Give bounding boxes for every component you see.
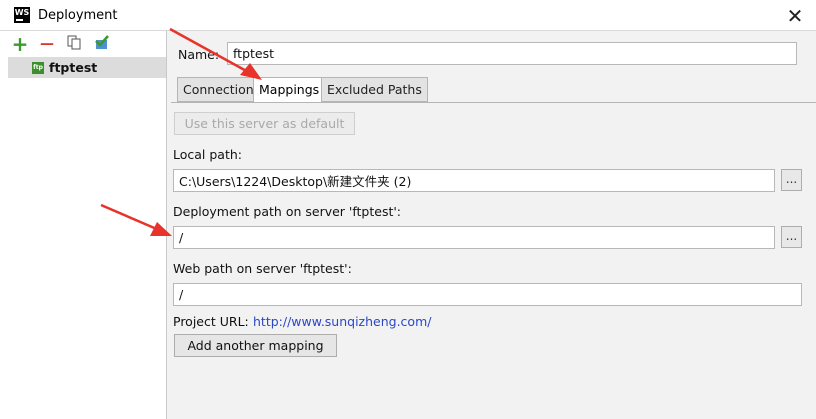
copy-icon [67,35,81,50]
local-path-label: Local path: [173,147,243,162]
local-path-browse-button[interactable]: ... [781,169,802,191]
local-path-input[interactable] [173,169,775,192]
title-bar: WS Deployment ✕ [0,0,816,31]
plus-icon: + [11,32,29,56]
server-settings-panel: Name: Connection Mappings Excluded Paths… [167,31,816,419]
server-name-input[interactable] [227,42,797,65]
name-label: Name: [178,47,220,62]
close-icon: ✕ [786,4,804,28]
close-button[interactable]: ✕ [782,4,808,28]
use-as-default-button[interactable] [92,35,110,53]
copy-server-button[interactable] [65,35,83,53]
server-item-ftptest[interactable]: ftp ftptest [8,57,166,78]
tab-mappings[interactable]: Mappings [253,77,326,103]
mappings-tab-content: Use this server as default Local path: .… [171,103,816,419]
checkmark-icon [94,35,109,49]
web-path-input[interactable] [173,283,802,306]
project-url-link[interactable]: http://www.sunqizheng.com/ [253,314,431,329]
project-url-label: Project URL: [173,314,249,329]
add-server-button[interactable]: + [11,32,29,56]
server-item-label: ftptest [49,60,98,75]
tab-excluded-paths[interactable]: Excluded Paths [321,77,428,102]
deployment-path-input[interactable] [173,226,775,249]
add-another-mapping-button[interactable]: Add another mapping [174,334,337,357]
use-as-default-button-disabled: Use this server as default [174,112,355,135]
web-path-label: Web path on server 'ftptest': [173,261,352,276]
remove-server-button[interactable]: — [38,35,56,53]
window-title: Deployment [38,8,118,23]
minus-icon: — [40,36,54,52]
webstorm-app-icon: WS [14,7,30,23]
server-list-panel: + — ftp ftptest [0,31,167,419]
deployment-path-browse-button[interactable]: ... [781,226,802,248]
deployment-path-label: Deployment path on server 'ftptest': [173,204,402,219]
ftp-icon: ftp [32,62,44,74]
tab-connection[interactable]: Connection [177,77,260,102]
